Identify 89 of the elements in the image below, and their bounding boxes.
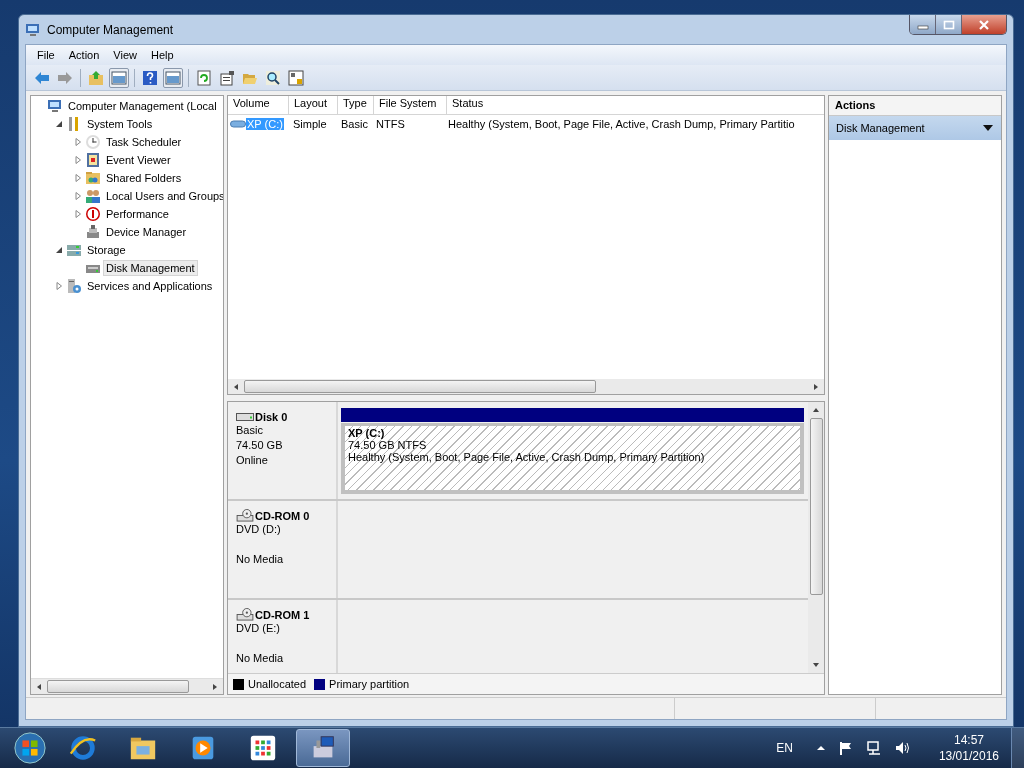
tree-item[interactable]: Task Scheduler bbox=[103, 134, 185, 150]
actions-section[interactable]: Disk Management bbox=[829, 116, 1001, 140]
scroll-left-icon[interactable] bbox=[35, 682, 43, 691]
expand-arrow-icon[interactable] bbox=[55, 282, 63, 290]
drive-icon bbox=[230, 119, 246, 129]
clock[interactable]: 14:57 13/01/2016 bbox=[938, 732, 999, 764]
scroll-right-icon[interactable] bbox=[211, 682, 219, 691]
clock-icon bbox=[85, 134, 101, 150]
legend-label: Primary partition bbox=[329, 678, 410, 690]
storage-icon bbox=[66, 242, 82, 258]
expand-arrow-icon[interactable] bbox=[74, 174, 82, 182]
network-icon[interactable] bbox=[865, 740, 882, 756]
close-icon bbox=[978, 19, 990, 30]
disk-type: DVD (E:) bbox=[236, 621, 281, 636]
expand-arrow-icon[interactable] bbox=[74, 210, 82, 218]
menu-item[interactable]: Help bbox=[143, 49, 181, 61]
scroll-down-icon[interactable] bbox=[812, 661, 820, 669]
horizontal-scrollbar[interactable] bbox=[31, 678, 223, 694]
disk-status: Online bbox=[236, 453, 269, 468]
tree-item[interactable]: Storage bbox=[84, 242, 129, 258]
column-header[interactable]: Type bbox=[338, 96, 374, 114]
log-book-icon bbox=[85, 152, 101, 168]
table-cell: Healthy (System, Boot, Page File, Active, Crash Dump, Primary Partitio bbox=[448, 118, 795, 130]
device-icon bbox=[85, 224, 101, 240]
tree-item[interactable]: Device Manager bbox=[103, 224, 190, 240]
menu-item[interactable]: File bbox=[30, 49, 62, 61]
show-desktop-button[interactable] bbox=[1011, 728, 1024, 768]
optical-drive-icon bbox=[236, 509, 254, 522]
section-title: Disk Management bbox=[836, 122, 925, 134]
language-indicator[interactable]: EN bbox=[776, 741, 793, 755]
shared-folder-icon bbox=[85, 170, 101, 186]
tree-item[interactable]: Computer Management (Local bbox=[65, 98, 220, 114]
tree-item[interactable]: Services and Applications bbox=[84, 278, 216, 294]
tree-item[interactable]: Disk Management bbox=[103, 260, 198, 276]
speaker-icon[interactable] bbox=[893, 740, 910, 756]
tree-item[interactable]: Performance bbox=[103, 206, 172, 222]
menu-item[interactable]: Action bbox=[61, 49, 107, 61]
legend-label: Unallocated bbox=[248, 678, 307, 690]
disk-status: No Media bbox=[236, 552, 285, 567]
horizontal-scrollbar[interactable] bbox=[228, 379, 824, 394]
services-icon bbox=[66, 278, 82, 294]
table-cell: Basic bbox=[341, 118, 368, 130]
disk-size: 74.50 GB bbox=[236, 438, 284, 453]
collapse-arrow-icon[interactable] bbox=[55, 246, 63, 254]
column-header[interactable]: Status bbox=[447, 96, 824, 114]
table-cell: NTFS bbox=[376, 118, 405, 130]
disk-type: DVD (D:) bbox=[236, 522, 282, 537]
tree-item[interactable]: System Tools bbox=[84, 116, 156, 132]
show-hidden-icons-icon[interactable] bbox=[815, 743, 826, 753]
scroll-right-icon[interactable] bbox=[812, 382, 820, 391]
scroll-up-icon[interactable] bbox=[812, 406, 820, 414]
settings-icon[interactable] bbox=[286, 67, 306, 88]
disk-type: Basic bbox=[236, 423, 264, 438]
disk-name: Disk 0 bbox=[255, 410, 288, 423]
date: 13/01/2016 bbox=[938, 748, 999, 764]
expand-arrow-icon[interactable] bbox=[74, 156, 82, 164]
optical-drive-icon bbox=[236, 608, 254, 621]
users-icon bbox=[85, 188, 101, 204]
close-button[interactable] bbox=[962, 15, 1006, 34]
disk-name: CD-ROM 1 bbox=[255, 608, 310, 621]
time: 14:57 bbox=[953, 732, 984, 748]
dropdown-arrow-icon[interactable] bbox=[983, 125, 993, 131]
computer-icon bbox=[47, 98, 63, 114]
flag-icon[interactable] bbox=[837, 740, 854, 756]
disk-name: CD-ROM 0 bbox=[255, 509, 310, 522]
scroll-left-icon[interactable] bbox=[232, 382, 240, 391]
app-grid-icon bbox=[248, 733, 278, 763]
collapse-arrow-icon[interactable] bbox=[55, 120, 63, 128]
column-header[interactable]: File System bbox=[374, 96, 447, 114]
menu-item[interactable]: View bbox=[106, 49, 144, 61]
column-header[interactable]: Layout bbox=[289, 96, 338, 114]
disk-status: No Media bbox=[236, 651, 285, 666]
table-cell: Simple bbox=[293, 118, 327, 130]
partition-block[interactable]: XP (C:) 74.50 GB NTFS Healthy (System, Boot, Page File, Active, Crash Dump, Primary Partition) bbox=[341, 423, 804, 494]
tree-item[interactable]: Event Viewer bbox=[103, 152, 174, 168]
vertical-scrollbar[interactable] bbox=[808, 402, 824, 673]
actions-header: Actions bbox=[829, 96, 1001, 116]
minimize-button[interactable] bbox=[910, 15, 936, 34]
column-header[interactable]: Volume bbox=[228, 96, 289, 114]
maximize-button[interactable] bbox=[936, 15, 962, 34]
window-title: Computer Management bbox=[47, 22, 174, 37]
maximize-icon bbox=[942, 19, 955, 30]
computer-icon bbox=[25, 21, 41, 38]
pane-icon[interactable] bbox=[109, 67, 129, 88]
pane-icon[interactable] bbox=[163, 67, 183, 88]
expand-arrow-icon[interactable] bbox=[74, 138, 82, 146]
expand-arrow-icon[interactable] bbox=[74, 192, 82, 200]
browser-icon bbox=[68, 733, 98, 763]
tree-item[interactable]: Shared Folders bbox=[103, 170, 185, 186]
